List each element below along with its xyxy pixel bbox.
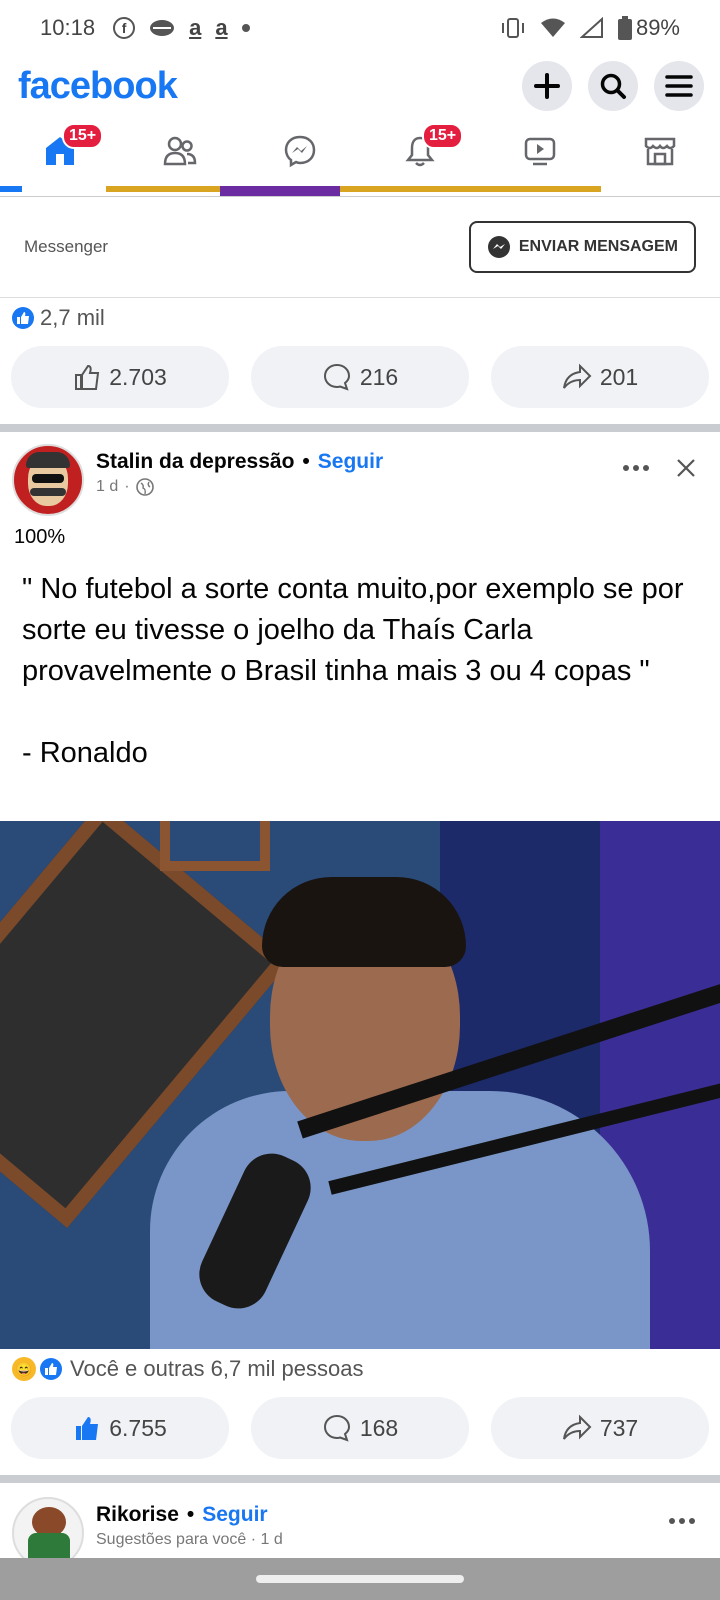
post-photo[interactable]	[0, 821, 720, 1349]
share-icon	[562, 363, 592, 389]
messenger-cta-row: Messenger ENVIAR MENSAGEM	[0, 197, 720, 298]
meta-dot-icon: ·	[124, 478, 130, 495]
marketplace-icon	[644, 137, 676, 166]
tab-marketplace[interactable]	[630, 121, 690, 181]
prev-post-reaction-count: 2,7 mil	[40, 305, 105, 330]
tab-friends[interactable]	[150, 121, 210, 181]
liked-icon	[76, 1417, 99, 1440]
comment-icon	[323, 1414, 350, 1442]
search-icon	[600, 73, 626, 99]
post-percent-text: 100%	[14, 526, 66, 548]
notification-icons: f a a	[113, 15, 250, 41]
author-name[interactable]: Stalin da depressão	[96, 450, 294, 474]
like-icon	[75, 364, 100, 390]
signal-icon	[579, 17, 603, 38]
facebook-notification-icon: f	[113, 17, 136, 39]
send-message-button[interactable]: ENVIAR MENSAGEM	[468, 221, 696, 273]
tab-home[interactable]: 15+	[30, 121, 104, 181]
prev-comment-button[interactable]: 216	[251, 346, 469, 408]
text-notification-icon: a	[189, 15, 202, 40]
menu-button[interactable]	[654, 61, 704, 111]
battery-icon	[617, 16, 632, 40]
video-icon	[524, 137, 556, 166]
friends-icon	[163, 136, 197, 166]
share-icon	[562, 1414, 592, 1440]
comment-button[interactable]: 168	[251, 1397, 469, 1459]
comment-icon	[323, 363, 350, 391]
next-post-header: Rikorise • Seguir Sugestões para você · …	[0, 1483, 720, 1569]
post-reactions-text: Você e outras 6,7 mil pessoas	[70, 1356, 364, 1381]
home-gesture-pill[interactable]	[256, 1575, 464, 1583]
status-bar: 10:18 f a a 89%	[0, 0, 720, 56]
post-separator-2	[0, 1475, 720, 1483]
search-button[interactable]	[588, 61, 638, 111]
like-reaction-icon	[12, 307, 34, 329]
like-reaction-icon	[40, 1358, 62, 1380]
share-count: 737	[599, 1414, 639, 1441]
prev-comment-count: 216	[359, 363, 399, 390]
app-notification-icon	[150, 20, 175, 36]
send-message-label: ENVIAR MENSAGEM	[518, 238, 678, 255]
more-options-icon[interactable]	[622, 464, 650, 472]
prev-like-button[interactable]: 2.703	[11, 346, 229, 408]
post-header: Stalin da depressão • Seguir 1 d ·	[0, 432, 720, 524]
prev-post-actions: 2.703 216 201	[0, 338, 720, 424]
prev-share-button[interactable]: 201	[491, 346, 709, 408]
post-actions: 6.755 168 737	[0, 1389, 720, 1475]
tab-watch[interactable]	[510, 121, 570, 181]
prev-share-count: 201	[599, 363, 639, 390]
text-notification-icon-2: a	[215, 15, 228, 40]
menu-icon	[665, 75, 693, 97]
prev-post-reactions[interactable]: 2,7 mil	[0, 298, 720, 338]
messenger-label: Messenger	[24, 237, 109, 256]
globe-icon	[135, 478, 154, 496]
post-text: " No futebol a sorte conta muito,por exe…	[22, 573, 684, 769]
messenger-icon	[284, 135, 316, 168]
wifi-icon	[540, 18, 565, 37]
author-avatar[interactable]	[12, 444, 84, 516]
close-icon[interactable]	[676, 458, 696, 478]
tab-messenger[interactable]	[270, 121, 330, 181]
follow-button[interactable]: Seguir	[318, 450, 383, 474]
app-header: facebook	[0, 56, 720, 116]
home-badge: 15+	[62, 123, 104, 149]
comment-count: 168	[359, 1414, 399, 1441]
next-author-name[interactable]: Rikorise	[96, 1503, 179, 1527]
like-count: 6.755	[109, 1414, 167, 1441]
system-nav-bar	[0, 1558, 720, 1600]
notifications-badge: 15+	[422, 123, 464, 149]
separator-dot: •	[186, 1503, 195, 1526]
create-button[interactable]	[522, 61, 572, 111]
next-follow-button[interactable]: Seguir	[202, 1503, 267, 1527]
post-reactions[interactable]: 😄 Você e outras 6,7 mil pessoas	[0, 1349, 720, 1389]
next-post-meta: Sugestões para você · 1 d	[96, 1531, 283, 1548]
plus-icon	[534, 73, 560, 99]
story-strip	[0, 186, 720, 197]
messenger-icon	[487, 236, 510, 258]
haha-reaction-icon: 😄	[12, 1357, 36, 1381]
like-button[interactable]: 6.755	[11, 1397, 229, 1459]
battery-percent: 89%	[635, 15, 680, 40]
more-notifications-dot-icon	[241, 24, 250, 32]
more-options-icon[interactable]	[668, 1517, 696, 1525]
facebook-logo[interactable]: facebook	[18, 65, 178, 108]
prev-like-count: 2.703	[109, 363, 167, 390]
vibrate-icon	[501, 18, 524, 38]
tab-notifications[interactable]: 15+	[390, 121, 464, 181]
post-separator	[0, 424, 720, 432]
separator-dot: •	[302, 450, 310, 473]
share-button[interactable]: 737	[491, 1397, 709, 1459]
main-tabs: 15+ 15+	[0, 116, 720, 186]
post-time[interactable]: 1 d	[96, 478, 118, 496]
status-time: 10:18	[40, 15, 96, 40]
